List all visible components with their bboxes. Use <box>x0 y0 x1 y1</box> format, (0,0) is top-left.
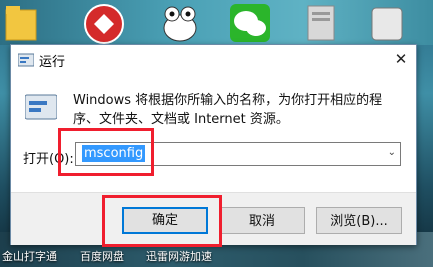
frog-shortcut-icon[interactable] <box>158 2 198 44</box>
title-bar[interactable]: 运行 ✕ <box>11 45 416 73</box>
app-shortcut-icon-2[interactable] <box>364 2 404 44</box>
taskbar-label-3[interactable]: 迅雷网游加速 <box>146 248 212 264</box>
browse-button[interactable]: 浏览(B)... <box>316 207 402 234</box>
chevron-down-icon[interactable]: ⌄ <box>388 147 396 158</box>
run-icon <box>17 52 35 67</box>
taskbar-label-1[interactable]: 金山打字通 <box>2 248 57 264</box>
app-shortcut-icon[interactable] <box>82 2 124 44</box>
taskbar-label-2[interactable]: 百度网盘 <box>80 248 124 264</box>
highlight-box-ok <box>102 195 222 247</box>
folder-shortcut-icon[interactable] <box>0 2 40 44</box>
close-button[interactable]: ✕ <box>390 48 412 70</box>
dialog-title: 运行 <box>39 55 66 70</box>
wechat-shortcut-icon[interactable] <box>228 2 270 44</box>
run-large-icon <box>24 93 58 121</box>
document-shortcut-icon[interactable] <box>298 2 338 44</box>
highlight-box-input <box>58 128 154 176</box>
cancel-button[interactable]: 取消 <box>219 207 305 234</box>
dialog-description: Windows 将根据你所输入的名称，为你打开相应的程序、文件夹、文档或 Int… <box>73 93 383 127</box>
